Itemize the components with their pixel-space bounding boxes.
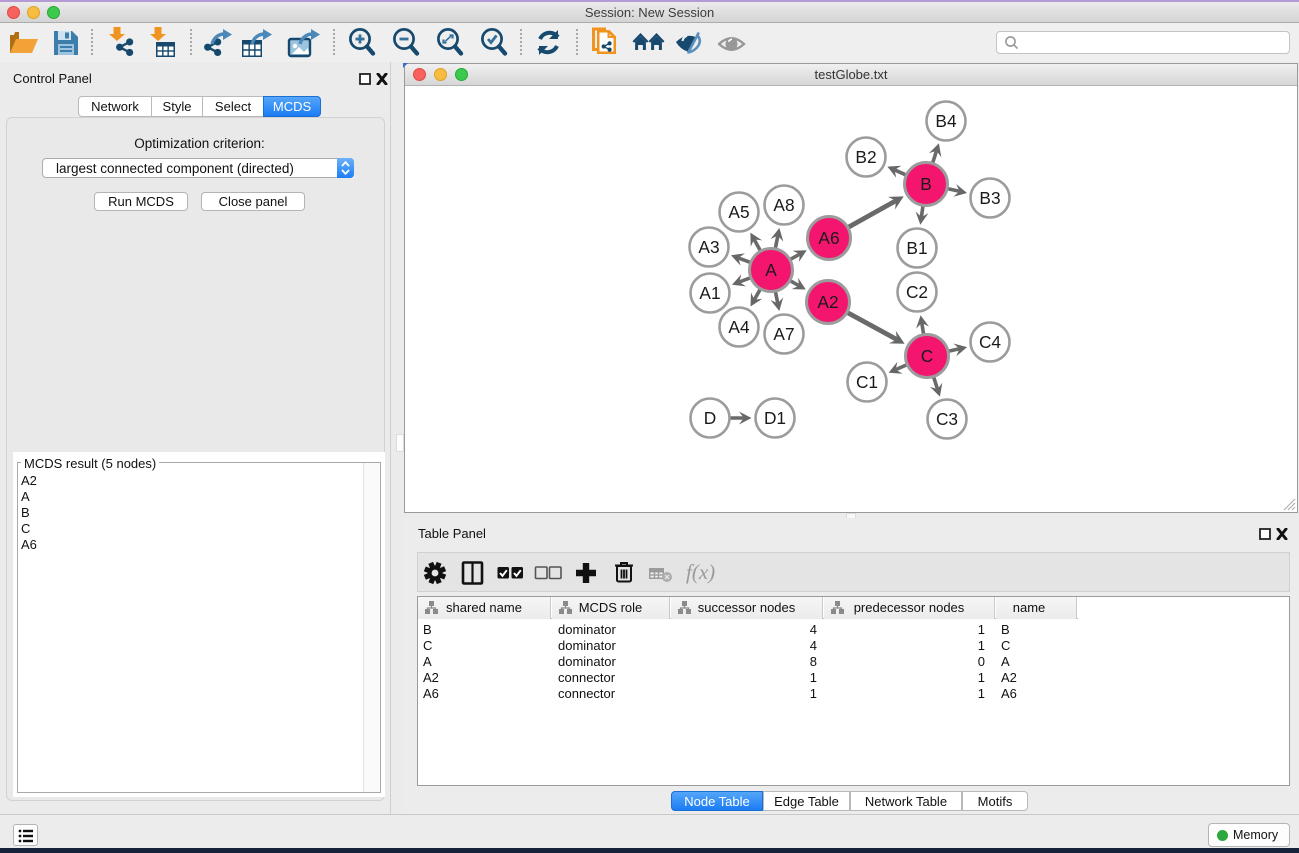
svg-text:C: C [921,346,933,366]
svg-text:A4: A4 [728,317,750,337]
svg-text:D1: D1 [764,408,786,428]
svg-text:A3: A3 [698,237,719,257]
svg-text:A2: A2 [817,292,838,312]
svg-text:A5: A5 [728,202,749,222]
svg-text:D: D [704,408,716,428]
svg-text:B4: B4 [935,111,957,131]
svg-text:A: A [765,260,777,280]
svg-text:A6: A6 [818,228,839,248]
svg-text:B2: B2 [855,147,876,167]
svg-text:B: B [920,174,932,194]
svg-text:C4: C4 [979,332,1001,352]
svg-text:A1: A1 [699,283,720,303]
svg-text:B3: B3 [979,188,1000,208]
svg-text:C1: C1 [856,372,878,392]
svg-text:C3: C3 [936,409,958,429]
svg-text:A8: A8 [773,195,794,215]
svg-text:B1: B1 [906,238,927,258]
svg-text:C2: C2 [906,282,928,302]
svg-text:A7: A7 [773,324,794,344]
